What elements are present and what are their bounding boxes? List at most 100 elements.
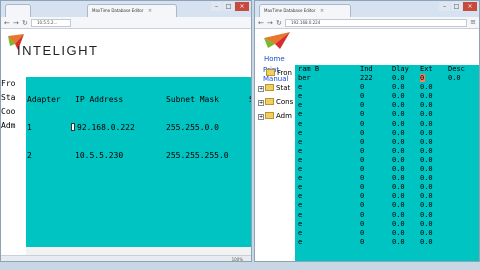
ext-cell[interactable]: 0.0	[420, 229, 433, 238]
ind-cell[interactable]: 0	[360, 174, 364, 183]
ext-cell[interactable]: 0.0	[420, 147, 433, 156]
dlay-cell[interactable]: 0.0	[392, 183, 405, 192]
close-window-icon[interactable]: ×	[463, 2, 477, 11]
maximize-icon[interactable]: □	[223, 2, 234, 11]
ext-cell[interactable]: 0.0	[420, 138, 433, 147]
param-cell: e	[298, 110, 303, 119]
nav-label-status[interactable]: Sta	[1, 91, 26, 105]
home-link[interactable]: Home	[264, 55, 285, 63]
minimize-icon[interactable]: –	[211, 2, 222, 11]
ext-cell[interactable]: 0.0	[420, 83, 433, 92]
dlay-cell[interactable]: 0.0	[392, 138, 405, 147]
left-window-controls: – □ ×	[211, 2, 249, 11]
close-icon[interactable]: ×	[148, 8, 152, 14]
tree-node-controller[interactable]: + Cons	[258, 97, 293, 107]
ind-cell[interactable]: 0	[360, 101, 364, 110]
phase-table-panel: ram B Ind Dlay Ext Desc ber 222 0.0 0 0.0 e 0 0…	[295, 65, 479, 261]
tree-node-front[interactable]: Fron	[266, 68, 292, 78]
reload-icon[interactable]: ↻	[22, 18, 28, 28]
header-desc: Desc	[448, 65, 465, 73]
ind-cell[interactable]: 0	[360, 92, 364, 101]
ext-cell[interactable]: 0.0	[420, 110, 433, 119]
forward-arrow-icon[interactable]: →	[267, 18, 273, 28]
ind-cell[interactable]: 0	[360, 238, 364, 247]
nav-label-controller[interactable]: Coo	[1, 105, 26, 119]
ext-cell[interactable]: 0.0	[420, 192, 433, 201]
right-url-input[interactable]: 192.168.0.224	[285, 19, 467, 27]
maximize-icon[interactable]: □	[451, 2, 462, 11]
ext-cell[interactable]: 0.0	[420, 120, 433, 129]
ext-cell[interactable]: 0.0	[420, 129, 433, 138]
dlay-cell[interactable]: 0.0	[392, 192, 405, 201]
ind-cell[interactable]: 0	[360, 183, 364, 192]
back-arrow-icon[interactable]: ←	[4, 18, 10, 28]
close-window-icon[interactable]: ×	[235, 2, 249, 11]
ind-cell[interactable]: 0	[360, 165, 364, 174]
ind-cell[interactable]: 222	[360, 74, 373, 83]
ind-cell[interactable]: 0	[360, 83, 364, 92]
dlay-cell[interactable]: 0.0	[392, 229, 405, 238]
ext-cell[interactable]: 0.0	[420, 101, 433, 110]
ext-cell[interactable]: 0.0	[420, 165, 433, 174]
back-arrow-icon[interactable]: ←	[258, 18, 264, 28]
ext-cell[interactable]: 0.0	[420, 220, 433, 229]
folder-icon	[266, 69, 275, 76]
dlay-cell[interactable]: 0.0	[392, 110, 405, 119]
expand-icon[interactable]: +	[258, 114, 264, 120]
subnet-mask-field[interactable]: 255.255.0.0	[166, 123, 219, 133]
ext-cell[interactable]: 0.0	[420, 156, 433, 165]
dlay-cell[interactable]: 0.0	[392, 156, 405, 165]
left-tab-active[interactable]: MaxTime Database Editor ×	[87, 4, 177, 17]
ind-cell[interactable]: 0	[360, 156, 364, 165]
ind-cell[interactable]: 0	[360, 120, 364, 129]
ext-cell[interactable]: 0.0	[420, 92, 433, 101]
expand-icon[interactable]: +	[258, 86, 264, 92]
left-url-input[interactable]: 10.5.5.2...	[31, 19, 71, 27]
dlay-cell[interactable]: 0.0	[392, 92, 405, 101]
ext-cell[interactable]: 0.0	[420, 183, 433, 192]
close-icon[interactable]: ×	[320, 8, 324, 14]
ind-cell[interactable]: 0	[360, 220, 364, 229]
ext-cell[interactable]: 0.0	[420, 211, 433, 220]
menu-icon[interactable]: ≡	[470, 18, 476, 26]
ind-cell[interactable]: 0	[360, 229, 364, 238]
dlay-cell[interactable]: 0.0	[392, 129, 405, 138]
nav-label-front[interactable]: Fro	[1, 77, 26, 91]
dlay-cell[interactable]: 0.0	[392, 174, 405, 183]
ext-cell[interactable]: 0.0	[420, 201, 433, 210]
ip-address-field[interactable]: 10.5.5.230	[75, 151, 123, 161]
ext-cell[interactable]: 0	[420, 74, 424, 83]
zoom-level[interactable]: 100%	[232, 257, 243, 261]
ind-cell[interactable]: 0	[360, 192, 364, 201]
right-tab-active[interactable]: MaxTime Database Editor ×	[259, 4, 351, 17]
dlay-cell[interactable]: 0.0	[392, 211, 405, 220]
dlay-cell[interactable]: 0.0	[392, 74, 405, 83]
dlay-cell[interactable]: 0.0	[392, 238, 405, 247]
ind-cell[interactable]: 0	[360, 201, 364, 210]
ip-address-field[interactable]: 92.168.0.222	[77, 123, 135, 133]
dlay-cell[interactable]: 0.0	[392, 83, 405, 92]
subnet-mask-field[interactable]: 255.255.255.0	[166, 151, 229, 161]
ext-cell[interactable]: 0.0	[420, 238, 433, 247]
ind-cell[interactable]: 0	[360, 129, 364, 138]
forward-arrow-icon[interactable]: →	[13, 18, 19, 28]
dlay-cell[interactable]: 0.0	[392, 147, 405, 156]
dlay-cell[interactable]: 0.0	[392, 101, 405, 110]
dlay-cell[interactable]: 0.0	[392, 201, 405, 210]
expand-icon[interactable]: +	[258, 100, 264, 106]
dlay-cell[interactable]: 0.0	[392, 165, 405, 174]
dlay-cell[interactable]: 0.0	[392, 120, 405, 129]
nav-label-admin[interactable]: Adm	[1, 119, 26, 133]
desc-cell[interactable]: 0.0	[448, 74, 461, 83]
minimize-icon[interactable]: –	[439, 2, 450, 11]
reload-icon[interactable]: ↻	[276, 18, 282, 28]
tree-node-status[interactable]: + Stat	[258, 83, 290, 93]
ind-cell[interactable]: 0	[360, 147, 364, 156]
ind-cell[interactable]: 0	[360, 211, 364, 220]
dlay-cell[interactable]: 0.0	[392, 220, 405, 229]
ind-cell[interactable]: 0	[360, 110, 364, 119]
ext-cell[interactable]: 0.0	[420, 174, 433, 183]
ind-cell[interactable]: 0	[360, 138, 364, 147]
tree-node-admin[interactable]: + Adm	[258, 111, 292, 121]
left-tab-blank[interactable]	[5, 4, 31, 17]
